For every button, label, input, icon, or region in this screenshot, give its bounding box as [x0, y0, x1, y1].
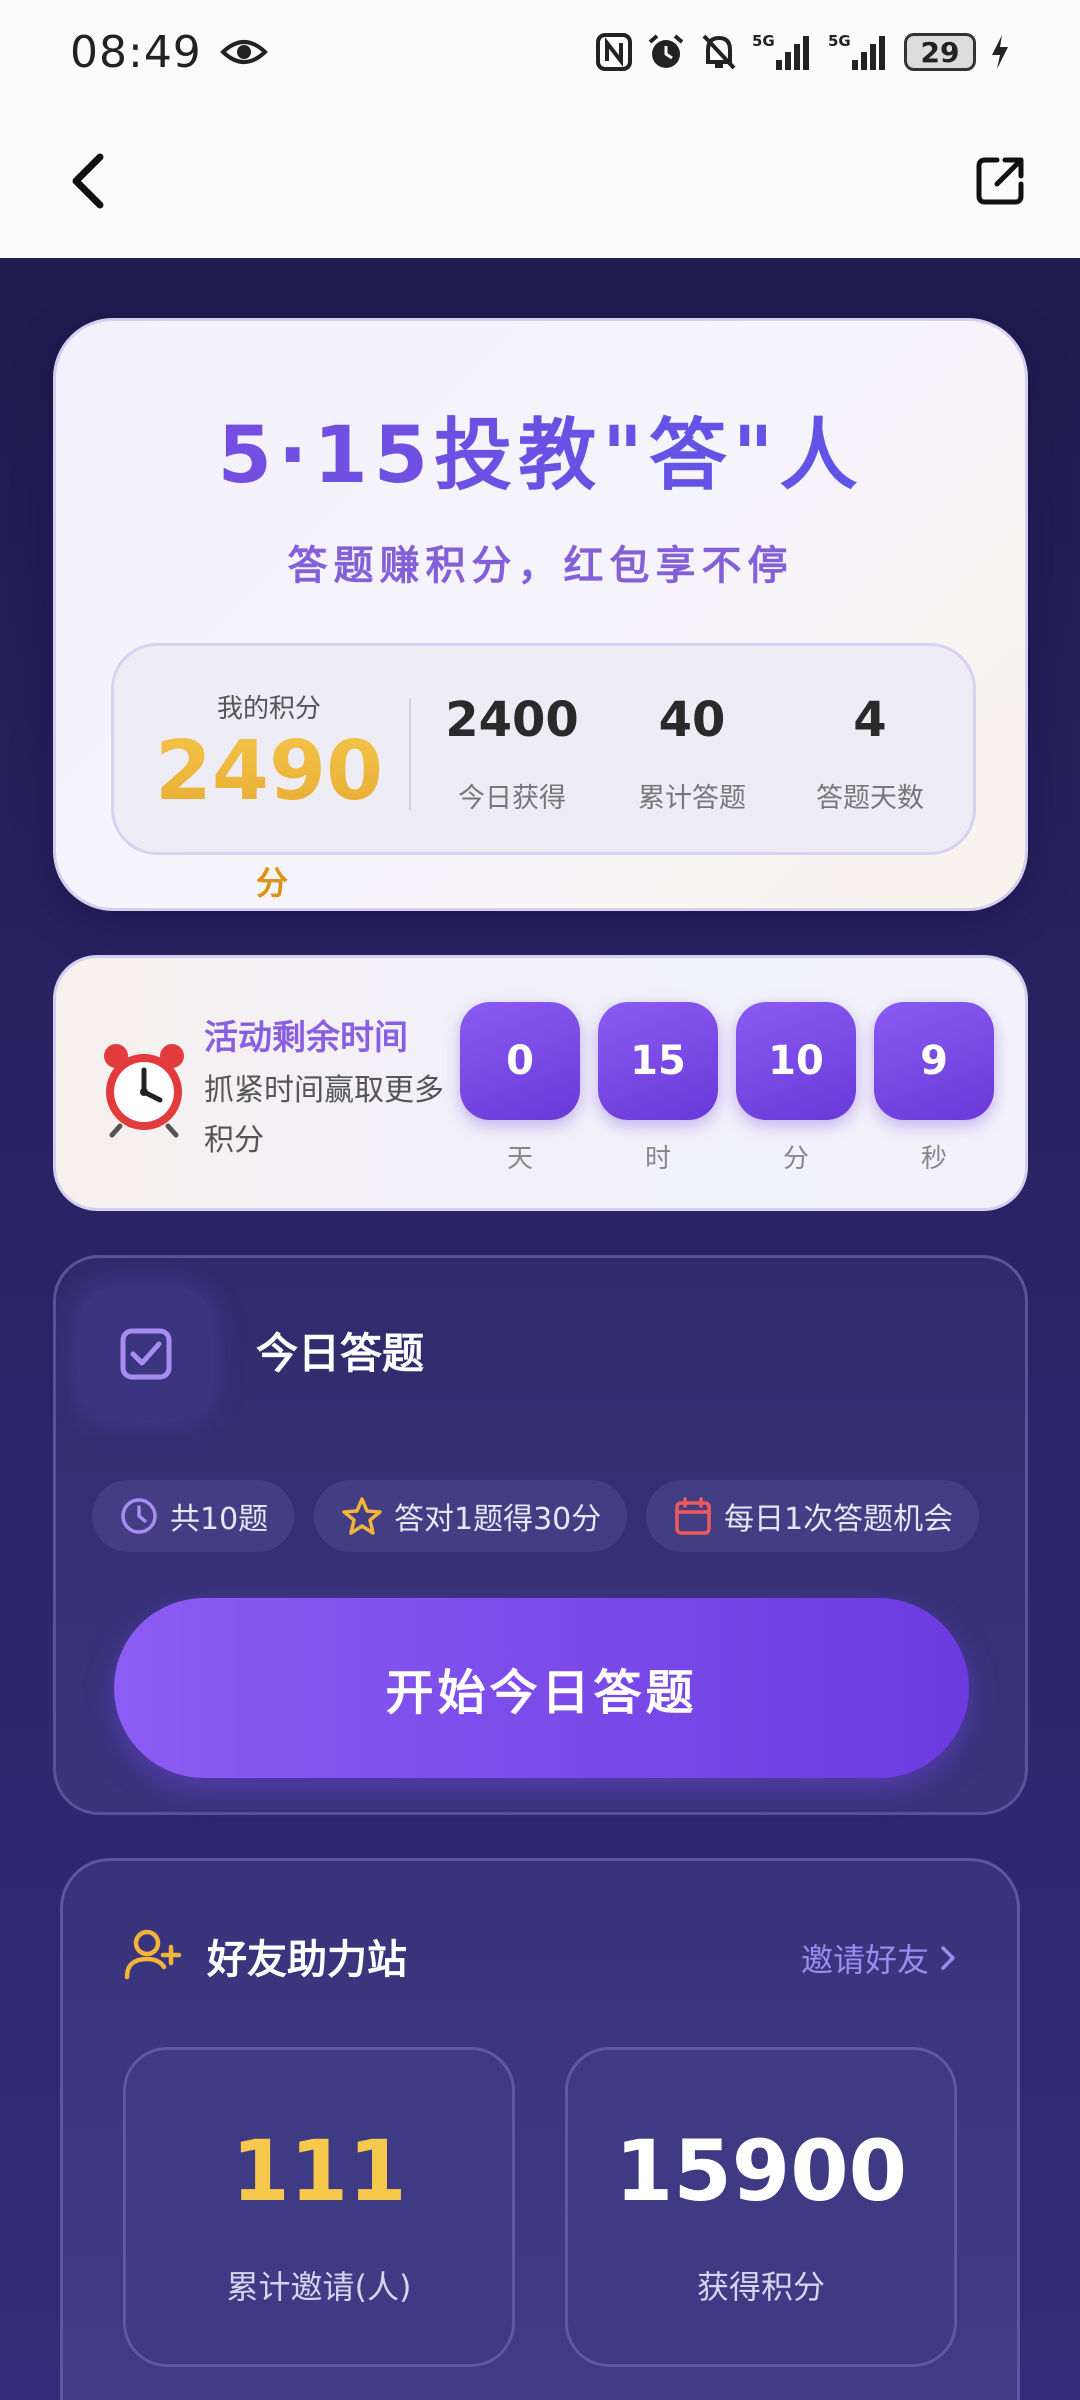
- status-icons: 5G 5G 29: [596, 32, 1010, 72]
- mute-icon: [702, 34, 736, 70]
- countdown-subtitle: 抓紧时间赢取更多积分: [204, 1073, 444, 1158]
- stat-today-earned: 2400 今日获得: [422, 646, 602, 852]
- page-subtitle: 答题赚积分，红包享不停: [287, 543, 794, 589]
- tag-points-per-answer: 答对1题得30分: [314, 1480, 628, 1552]
- my-points-unit: 分: [255, 864, 288, 902]
- tag-label: 答对1题得30分: [394, 1502, 602, 1537]
- invite-label: 邀请好友: [800, 1941, 929, 1979]
- back-button[interactable]: [48, 141, 128, 221]
- stat-value: 40: [658, 692, 726, 748]
- share-button[interactable]: [960, 141, 1040, 221]
- tag-daily-chance: 每日1次答题机会: [646, 1480, 980, 1552]
- invite-count-value: 111: [231, 2122, 407, 2220]
- start-quiz-button[interactable]: 开始今日答题: [114, 1598, 969, 1778]
- main-content: 5·15投教"答"人 答题赚积分，红包享不停 我的积分 2490 分 2400 今…: [0, 258, 1080, 2400]
- my-points: 我的积分 2490 分: [144, 646, 394, 902]
- score-summary: 我的积分 2490 分 2400 今日获得 40 累计答题 4 答题天数: [111, 643, 976, 902]
- star-icon: [342, 1497, 382, 1535]
- quiz-title: 今日答题: [256, 1329, 425, 1378]
- battery-icon: 29: [904, 33, 976, 71]
- stat-total-answered: 40 累计答题: [602, 646, 782, 852]
- page-title: 5·15投教"答"人: [56, 393, 1025, 505]
- friend-assist-card: 好友助力站 邀请好友 111 累计邀请(人) 15900 获得积分: [60, 1858, 1020, 2400]
- tag-question-count: 共10题: [92, 1480, 295, 1552]
- share-icon: [976, 157, 1024, 205]
- alarm-icon: [648, 34, 684, 68]
- earned-points-label: 获得积分: [696, 2268, 825, 2306]
- countdown-unit: 时: [644, 1144, 671, 1174]
- my-points-value: 2490: [154, 724, 384, 819]
- charging-icon: [992, 35, 1008, 69]
- divider: [409, 698, 411, 810]
- hero-card: 5·15投教"答"人 答题赚积分，红包享不停 我的积分 2490 分 2400 今…: [53, 318, 1028, 911]
- friend-title: 好友助力站: [207, 1937, 407, 1983]
- countdown-value: 0: [506, 1038, 534, 1084]
- countdown-unit: 天: [506, 1144, 533, 1174]
- countdown-card: 活动剩余时间 抓紧时间赢取更多积分 0 天 15 时 10 分 9 秒: [53, 955, 1028, 1211]
- countdown-hours: 15: [598, 1002, 718, 1120]
- countdown-title: 活动剩余时间: [204, 1018, 408, 1058]
- stat-value: 2400: [445, 692, 579, 748]
- eye-icon: [219, 40, 268, 64]
- my-points-label: 我的积分: [216, 694, 321, 724]
- earned-points-card: 15900 获得积分: [565, 2047, 957, 2367]
- invite-count-label: 累计邀请(人): [226, 2268, 412, 2306]
- calendar-icon: [675, 1497, 711, 1535]
- back-arrow-icon: [72, 153, 104, 209]
- svg-text:5G: 5G: [828, 32, 851, 50]
- countdown-unit: 秒: [920, 1144, 947, 1174]
- svg-text:5G: 5G: [752, 32, 775, 50]
- countdown-seconds: 9: [874, 1002, 994, 1120]
- tag-label: 每日1次答题机会: [724, 1502, 954, 1537]
- my-points-value-wrap: 2490 分: [144, 724, 394, 914]
- status-time: 08:49: [70, 26, 202, 78]
- nfc-icon: [596, 33, 632, 71]
- countdown-value: 9: [920, 1038, 948, 1084]
- invite-friends-link[interactable]: 邀请好友: [801, 1935, 957, 1981]
- signal-5g-icon: 5G: [828, 32, 885, 70]
- countdown-minutes: 10: [736, 1002, 856, 1120]
- stat-label: 答题天数: [816, 783, 924, 814]
- start-quiz-label: 开始今日答题: [385, 1665, 698, 1721]
- daily-quiz-card: 今日答题 共10题 答对1题得30分 每日1次答题机会 开始今日答题: [53, 1255, 1028, 1815]
- nav-bar: [0, 104, 1080, 258]
- tag-label: 共10题: [170, 1502, 269, 1537]
- add-user-icon: [124, 1929, 182, 1980]
- battery-level: 29: [920, 35, 960, 69]
- countdown-value: 15: [630, 1038, 686, 1084]
- alarm-clock-icon: [104, 1044, 184, 1138]
- countdown-value: 10: [768, 1038, 824, 1084]
- quiz-icon-wrap: [80, 1288, 212, 1420]
- stat-answer-days: 4 答题天数: [780, 646, 960, 852]
- invite-count-card: 111 累计邀请(人): [123, 2047, 515, 2367]
- checkbox-icon: [120, 1328, 172, 1380]
- status-bar: 08:49 5G 5G 29: [0, 0, 1080, 104]
- countdown-days: 0: [460, 1002, 580, 1120]
- chevron-right-icon: [941, 1946, 955, 1970]
- clock-icon: [121, 1498, 157, 1534]
- stat-value: 4: [853, 692, 887, 748]
- earned-points-value: 15900: [614, 2122, 908, 2220]
- stat-label: 累计答题: [638, 783, 746, 814]
- countdown-unit: 分: [782, 1144, 809, 1174]
- stat-label: 今日获得: [458, 783, 566, 814]
- signal-5g-icon: 5G: [752, 32, 809, 70]
